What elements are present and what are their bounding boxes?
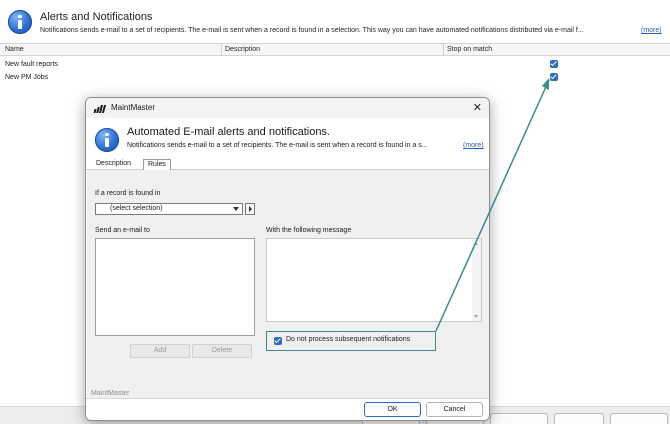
- cancel-button[interactable]: Cancel: [426, 402, 483, 417]
- message-textarea[interactable]: [266, 238, 482, 322]
- tab-description[interactable]: Description: [92, 159, 135, 170]
- maintmaster-logo-icon: [93, 105, 107, 113]
- tab-rules[interactable]: Rules: [143, 159, 171, 170]
- open-selection-arrow-icon[interactable]: [245, 203, 255, 215]
- info-icon: [8, 10, 32, 34]
- message-label: With the following message: [266, 227, 352, 234]
- dialog-title: Automated E-mail alerts and notification…: [127, 126, 330, 138]
- do-not-process-label[interactable]: Do not process subsequent notifications: [286, 336, 410, 343]
- selection-value: (select selection): [110, 205, 163, 212]
- column-header-description[interactable]: Description: [225, 46, 260, 53]
- column-header-stop-on-match[interactable]: Stop on match: [447, 46, 492, 53]
- column-divider[interactable]: [443, 44, 444, 56]
- table-row[interactable]: New PM Jobs: [0, 71, 670, 84]
- column-divider[interactable]: [221, 44, 222, 56]
- selection-dropdown[interactable]: (select selection): [95, 203, 243, 215]
- page-title: Alerts and Notifications: [40, 11, 153, 23]
- row-name: New PM Jobs: [5, 74, 49, 81]
- table-row[interactable]: New fault reports: [0, 58, 670, 71]
- chevron-down-icon: [233, 207, 239, 211]
- message-scrollbar[interactable]: [472, 239, 481, 321]
- toolbar-button[interactable]: [554, 413, 604, 424]
- toolbar-button[interactable]: [610, 413, 668, 424]
- stop-on-match-checkbox[interactable]: [550, 73, 558, 81]
- do-not-process-checkbox[interactable]: [274, 337, 282, 345]
- dialog-app-title: MaintMaster: [111, 103, 156, 112]
- grid-header: Name Description Stop on match: [0, 43, 670, 56]
- page-subtitle: Notifications sends e-mail to a set of r…: [40, 27, 584, 34]
- send-to-label: Send an e-mail to: [95, 227, 150, 234]
- email-alert-dialog: MaintMaster ✕ Automated E-mail alerts an…: [85, 97, 490, 421]
- close-icon[interactable]: ✕: [473, 101, 482, 114]
- toolbar-button[interactable]: [490, 413, 548, 424]
- dialog-subtitle: Notifications sends e-mail to a set of r…: [127, 142, 428, 149]
- more-link[interactable]: (more): [641, 27, 662, 34]
- column-header-name[interactable]: Name: [5, 46, 24, 53]
- if-found-label: If a record is found in: [95, 190, 161, 197]
- dialog-titlebar[interactable]: MaintMaster ✕: [86, 98, 489, 118]
- ok-button[interactable]: OK: [364, 402, 421, 417]
- delete-button[interactable]: Delete: [192, 344, 252, 358]
- row-name: New fault reports: [5, 61, 58, 68]
- page-header: Alerts and Notifications Notifications s…: [0, 0, 670, 42]
- more-link[interactable]: (more): [463, 142, 484, 149]
- recipient-list[interactable]: [95, 238, 255, 336]
- info-icon: [95, 128, 119, 152]
- do-not-process-highlight: Do not process subsequent notifications: [266, 331, 436, 351]
- add-button[interactable]: Add: [130, 344, 190, 358]
- stop-on-match-checkbox[interactable]: [550, 60, 558, 68]
- footer-brand: MaintMaster: [91, 390, 130, 397]
